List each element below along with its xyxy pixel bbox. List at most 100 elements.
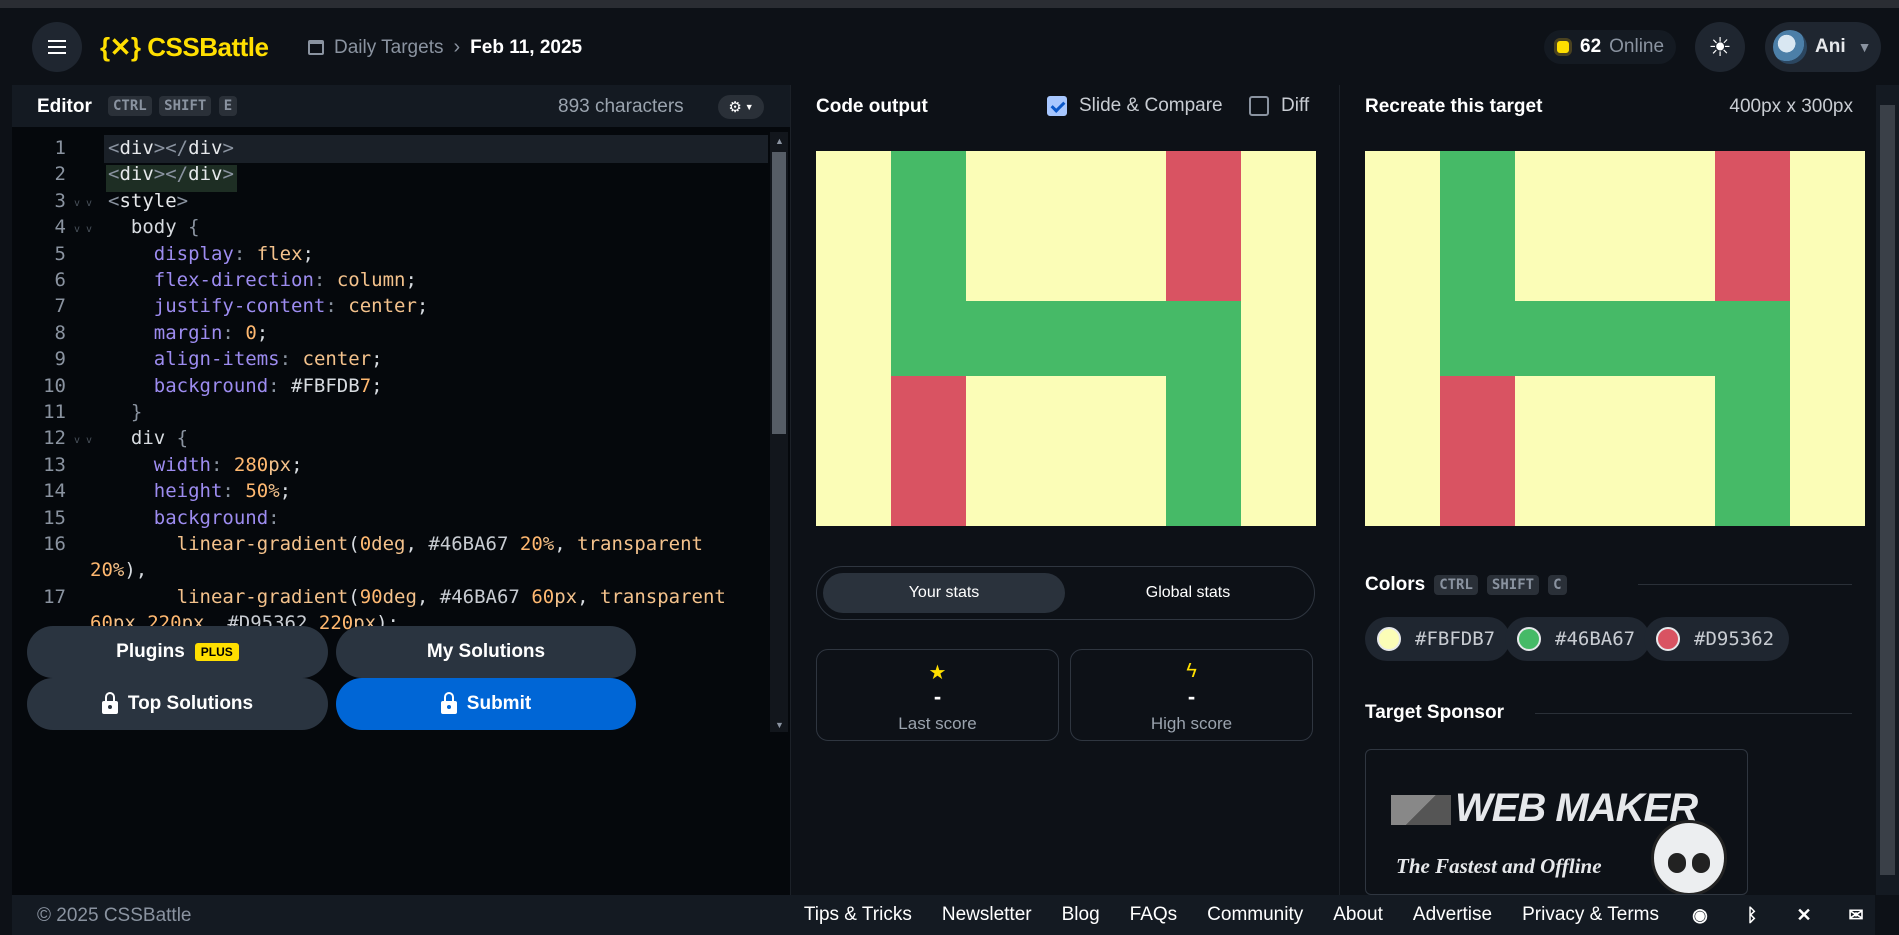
code-line: } [130, 401, 143, 423]
bluesky-icon[interactable]: ᛒ [1741, 905, 1763, 925]
online-indicator[interactable]: 62 Online [1544, 30, 1677, 64]
sponsor-tagline: The Fastest and Offline [1396, 854, 1602, 878]
scroll-up-icon[interactable]: ▲ [775, 136, 784, 146]
tab-your-stats[interactable]: Your stats [823, 573, 1065, 613]
code-line: div { [108, 427, 189, 450]
code-line: margin: 0; [153, 321, 269, 344]
editor-title: Editor [37, 96, 92, 117]
x-icon[interactable]: ✕ [1793, 905, 1815, 925]
code-line: background: [153, 506, 280, 529]
divider [1535, 713, 1852, 714]
character-count: 893 characters [558, 96, 684, 117]
chevron-right-icon: › [453, 36, 461, 58]
breadcrumb-date: Feb 11, 2025 [470, 36, 583, 58]
colors-title: Colors [1365, 574, 1426, 595]
breadcrumb-daily-targets[interactable]: Daily Targets [334, 37, 443, 59]
sun-icon: ☀ [1708, 31, 1732, 62]
diff-toggle[interactable]: Diff [1249, 95, 1309, 117]
theme-toggle-button[interactable]: ☀ [1695, 22, 1745, 72]
window-top-strip [0, 0, 1899, 8]
plugins-label: Plugins [116, 641, 185, 662]
sponsor-banner[interactable]: WEB MAKER The Fastest and Offline [1365, 749, 1748, 895]
code-output-canvas[interactable] [816, 151, 1316, 526]
code-line: height: 50%; [153, 480, 292, 503]
footer-links: Tips & Tricks Newsletter Blog FAQs Commu… [804, 904, 1875, 926]
footer: © 2025 CSSBattle Tips & Tricks Newslette… [12, 895, 1875, 935]
lock-icon [101, 691, 118, 714]
slide-compare-toggle[interactable]: Slide & Compare [1047, 95, 1223, 117]
diff-label: Diff [1281, 95, 1310, 116]
line-number: 7 [54, 295, 66, 318]
output-red-top-bar [1166, 151, 1241, 301]
editor-header: Editor CTRL SHIFT E 893 characters ⚙ ▼ [12, 85, 790, 127]
code-line: flex-direction: column; [153, 269, 417, 291]
mail-icon[interactable]: ✉ [1845, 905, 1867, 925]
slide-compare-checkbox[interactable] [1047, 96, 1067, 116]
fold-chevron-icon[interactable]: v v [74, 224, 92, 235]
line-number: 4 [54, 216, 66, 239]
code-line: linear-gradient(0deg, #46BA67 20%, trans… [176, 533, 703, 555]
plus-badge: PLUS [194, 643, 239, 661]
submit-button[interactable]: Submit [336, 678, 636, 730]
line-number: 14 [43, 480, 66, 503]
lock-icon [440, 691, 457, 714]
color-swatch [1377, 627, 1401, 651]
footer-link-privacy[interactable]: Privacy & Terms [1522, 904, 1659, 926]
editor-shortcut: CTRL SHIFT E [105, 96, 238, 116]
high-score-card: ϟ - High score [1070, 649, 1313, 741]
color-chip[interactable]: #46BA67 [1505, 617, 1651, 661]
sponsor-title: Target Sponsor [1365, 702, 1504, 723]
target-image[interactable] [1365, 151, 1865, 526]
page-scrollbar[interactable] [1876, 85, 1899, 895]
code-line: body { [108, 216, 200, 239]
top-solutions-label: Top Solutions [127, 693, 254, 714]
editor-settings-button[interactable]: ⚙ ▼ [718, 95, 764, 119]
online-count: 62 [1580, 36, 1602, 57]
last-score-label: Last score [898, 714, 977, 733]
menu-button[interactable] [32, 22, 82, 72]
page-scroll-thumb[interactable] [1880, 105, 1895, 875]
footer-link-advertise[interactable]: Advertise [1413, 904, 1492, 926]
sponsor-name: WEB MAKER [1455, 786, 1698, 830]
line-number: 1 [54, 137, 66, 159]
footer-link-faqs[interactable]: FAQs [1130, 904, 1178, 926]
plugins-button[interactable]: Plugins PLUS [27, 626, 328, 678]
footer-link-newsletter[interactable]: Newsletter [942, 904, 1032, 926]
footer-link-about[interactable]: About [1333, 904, 1383, 926]
color-chip[interactable]: #FBFDB7 [1365, 617, 1511, 661]
kbd-shift: SHIFT [159, 96, 212, 116]
code-line: display: flex; [153, 242, 314, 265]
hamburger-icon [48, 46, 66, 48]
output-title: Code output [816, 96, 928, 117]
line-number: 17 [43, 585, 66, 608]
tab-global-stats[interactable]: Global stats [1067, 573, 1309, 613]
my-solutions-button[interactable]: My Solutions [336, 626, 636, 678]
editor-scroll-thumb[interactable] [772, 152, 786, 434]
last-score-value: - [933, 684, 942, 709]
submit-label: Submit [466, 693, 532, 714]
scroll-down-icon[interactable]: ▼ [775, 720, 784, 730]
color-chip[interactable]: #D95362 [1644, 617, 1790, 661]
fold-chevron-icon[interactable]: v v [74, 435, 92, 446]
output-panel: Code output Slide & Compare Diff Your st… [790, 85, 1340, 895]
line-number: 5 [54, 242, 66, 265]
discord-icon[interactable]: ◉ [1689, 905, 1711, 925]
footer-link-blog[interactable]: Blog [1062, 904, 1100, 926]
editor-panel: Editor CTRL SHIFT E 893 characters ⚙ ▼ 1 <… [12, 85, 790, 895]
editor-scrollbar[interactable]: ▲ ▼ [770, 132, 788, 732]
target-green-right-bar [1715, 301, 1790, 526]
logo[interactable]: {✕} CSSBattle [100, 32, 269, 63]
kbd-e: E [218, 96, 238, 116]
footer-link-tips[interactable]: Tips & Tricks [804, 904, 912, 926]
code-line: <style> [108, 189, 189, 212]
user-menu-button[interactable]: Ani ▼ [1765, 22, 1881, 72]
diff-checkbox[interactable] [1249, 96, 1269, 116]
code-line: linear-gradient(90deg, #46BA67 60px, tra… [176, 585, 726, 608]
footer-link-community[interactable]: Community [1207, 904, 1303, 926]
copyright: © 2025 CSSBattle [37, 905, 192, 926]
online-dot-icon [1554, 38, 1572, 56]
top-solutions-button[interactable]: Top Solutions [27, 678, 328, 730]
breadcrumb: Daily Targets › Feb 11, 2025 [308, 36, 582, 59]
fold-chevron-icon[interactable]: v v [74, 198, 92, 209]
code-line: background: #FBFDB7; [153, 374, 383, 397]
